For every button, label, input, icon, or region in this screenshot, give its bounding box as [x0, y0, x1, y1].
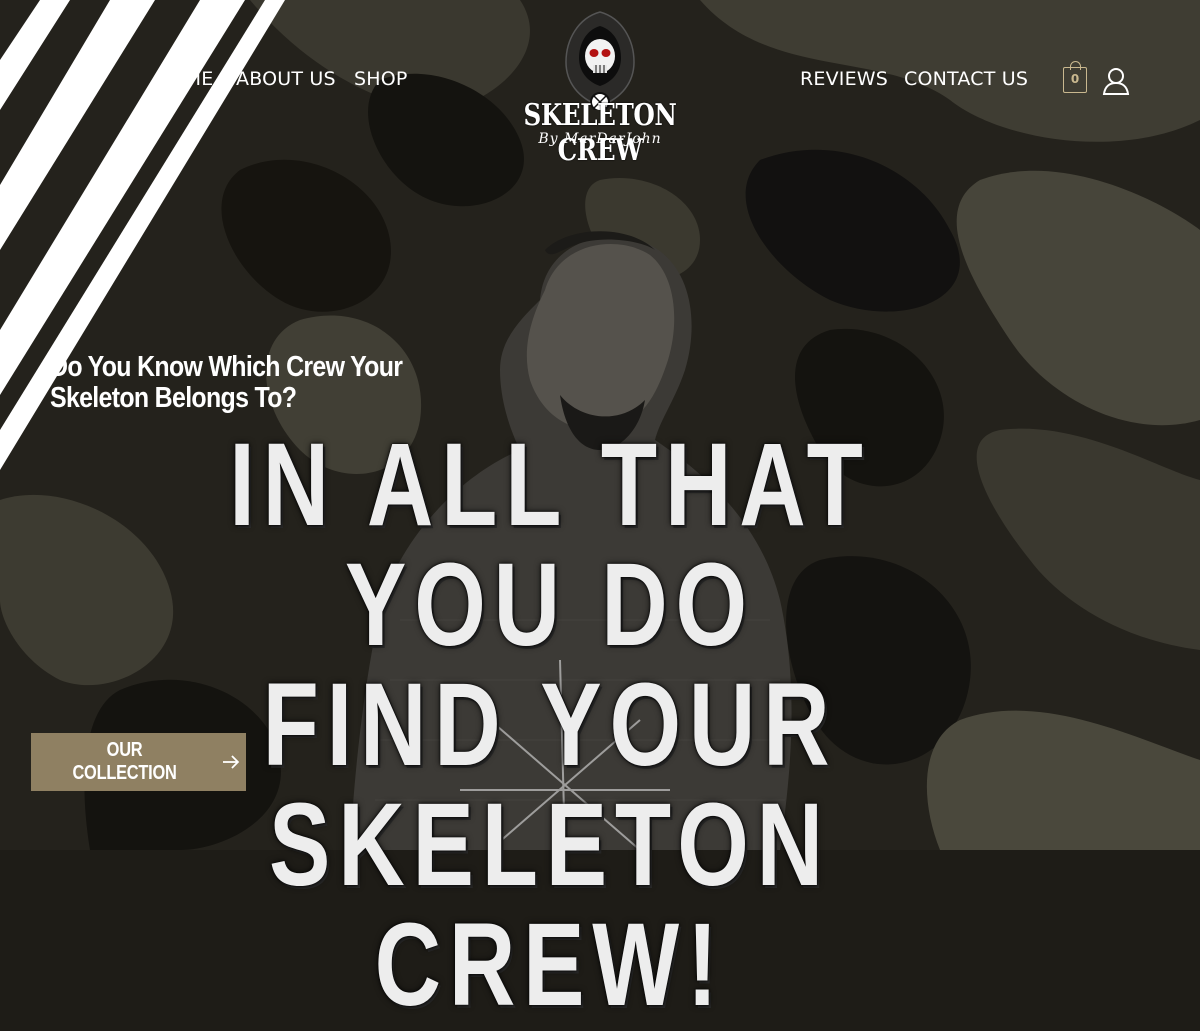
logo-subtitle: By MarDarJohn — [538, 131, 662, 147]
nav-shop[interactable]: SHOP — [354, 68, 408, 90]
site-logo[interactable]: SKELETON CREW By MarDarJohn — [494, 10, 706, 168]
nav-contact-us[interactable]: CONTACT US — [904, 68, 1028, 90]
cart-count-badge: 0 — [1070, 72, 1080, 86]
nav-about-us[interactable]: ABOUT US — [236, 68, 336, 90]
cta-label: OUR COLLECTION — [72, 739, 177, 784]
headline-line-1: IN ALL THAT YOU DO — [229, 419, 871, 671]
headline-line-3: CREW! — [374, 899, 726, 1031]
arrow-right-icon — [223, 755, 240, 769]
nav-home[interactable]: HOME — [155, 68, 213, 90]
headline-line-2: FIND YOUR SKELETON — [262, 659, 838, 911]
hero-tagline: Do You Know Which Crew Your Skeleton Bel… — [50, 351, 403, 414]
hero-headline: IN ALL THAT YOU DO FIND YOUR SKELETON CR… — [121, 425, 979, 1025]
hooded-skull-icon — [565, 11, 635, 110]
our-collection-button[interactable]: OUR COLLECTION — [31, 733, 246, 791]
nav-reviews[interactable]: REVIEWS — [800, 68, 888, 90]
cart-button[interactable]: 0 — [1063, 61, 1087, 93]
account-button[interactable] — [1101, 66, 1131, 96]
user-icon — [1102, 68, 1130, 95]
